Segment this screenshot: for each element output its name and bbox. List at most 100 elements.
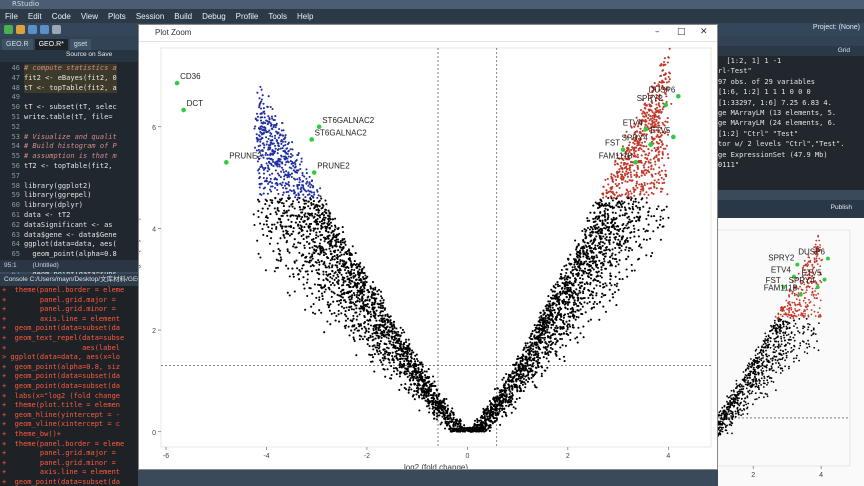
grid-view-button[interactable]: Grid — [838, 47, 850, 54]
code-line[interactable]: 51 write.table(tT, file= — [0, 113, 138, 123]
data-point — [759, 358, 761, 361]
menu-plots[interactable]: Plots — [103, 12, 131, 21]
data-point — [328, 262, 331, 265]
data-point — [751, 372, 754, 374]
menu-tools[interactable]: Tools — [263, 12, 292, 21]
menu-session[interactable]: Session — [131, 12, 169, 21]
publish-button[interactable]: Publish — [831, 204, 852, 211]
menu-debug[interactable]: Debug — [197, 12, 231, 21]
project-menu[interactable]: Project: (None) — [813, 24, 860, 31]
code-line[interactable]: 54 # Build histogram of P — [0, 142, 138, 152]
code-editor[interactable]: 46 # compute statistics a 47 fit2 <- eBayes… — [0, 64, 138, 289]
data-point — [762, 386, 765, 388]
data-point — [547, 360, 550, 363]
menu-help[interactable]: Help — [292, 12, 318, 21]
code-line[interactable]: 47 fit2 <- eBayes(fit2, 0 — [0, 73, 138, 84]
data-point — [751, 383, 754, 386]
code-line[interactable]: 61 data <- tT2 — [0, 211, 138, 221]
print-icon[interactable] — [52, 25, 61, 34]
environment-row[interactable]: [1:2] "Ctrl" "Test" — [718, 129, 864, 139]
data-point — [721, 430, 724, 433]
environment-row[interactable]: 97 obs. of 29 variables — [718, 77, 864, 87]
data-point — [747, 383, 750, 386]
save-icon[interactable] — [28, 25, 37, 34]
data-point — [758, 396, 760, 399]
code-line[interactable]: 58 library(ggplot2) — [0, 182, 138, 192]
code-line[interactable]: 53 # Visualize and qualit — [0, 133, 138, 143]
data-point — [754, 361, 757, 364]
console-output: + theme(panel.border = eleme + panel.grid… — [0, 286, 138, 486]
environment-row[interactable]: ge ExpressionSet (47.9 Mb) — [718, 150, 864, 160]
data-point — [264, 152, 268, 155]
environment-row[interactable]: 0111" — [718, 160, 864, 170]
data-point — [757, 346, 760, 349]
menu-file[interactable]: File — [0, 12, 23, 21]
minimize-icon[interactable]: – — [655, 27, 660, 37]
save-all-icon[interactable] — [40, 25, 49, 34]
data-point — [667, 216, 670, 219]
code-line[interactable]: 49 — [0, 93, 138, 103]
environment-row[interactable]: rl-Test" — [718, 66, 864, 76]
code-line[interactable]: 59 library(ggrepel) — [0, 191, 138, 201]
data-point — [306, 294, 309, 298]
console-line: + aes(label — [2, 343, 121, 352]
data-point — [262, 192, 265, 195]
data-point — [659, 108, 662, 111]
data-point — [358, 338, 361, 341]
console-pane[interactable]: Console C:/Users/mayn/Desktop/文库材料/GEO +… — [0, 274, 138, 486]
menu-build[interactable]: Build — [169, 12, 197, 21]
data-point — [772, 357, 774, 360]
environment-row[interactable]: ge MArrayLM (13 elements, 5. — [718, 108, 864, 118]
data-point — [779, 345, 782, 348]
environment-row[interactable]: tor w/ 2 levels "Ctrl","Test". — [718, 139, 864, 149]
maximize-icon[interactable]: □ — [677, 27, 686, 37]
data-point — [787, 342, 789, 344]
data-point — [730, 397, 733, 400]
code-line[interactable]: 60 library(dplyr) — [0, 201, 138, 211]
data-point — [445, 397, 448, 401]
data-point — [804, 302, 807, 304]
new-file-icon[interactable] — [4, 25, 13, 34]
data-point — [274, 115, 277, 118]
code-line[interactable]: 46 # compute statistics a — [0, 64, 138, 74]
code-line[interactable]: 65 geom_point(alpha=0.8 — [0, 250, 138, 260]
data-point — [776, 331, 778, 333]
environment-row[interactable]: ge MArrayLM (24 elements, 6. — [718, 118, 864, 128]
environment-row[interactable]: [1:6, 1:2] 1 1 1 0 0 0 — [718, 87, 864, 97]
code-line[interactable]: 64 ggplot(data=data, aes( — [0, 240, 138, 250]
data-point — [819, 244, 821, 246]
data-point — [735, 383, 738, 385]
code-line[interactable]: 55 # assumption is that m — [0, 152, 138, 162]
code-line[interactable]: 57 — [0, 172, 138, 182]
data-point — [552, 309, 555, 312]
close-icon[interactable]: ✕ — [700, 27, 708, 37]
code-line[interactable]: 62 dataSignificant <- as — [0, 221, 138, 231]
menu-code[interactable]: Code — [47, 12, 76, 21]
data-point — [292, 227, 295, 230]
data-point — [761, 371, 763, 374]
data-point — [782, 334, 785, 337]
scope-indicator[interactable]: (Untitled) — [32, 262, 58, 269]
source-on-save-checkbox[interactable]: Source on Save — [66, 51, 112, 58]
menu-view[interactable]: View — [76, 12, 103, 21]
code-line[interactable]: 56 tT2 <- topTable(fit2, — [0, 162, 138, 172]
environment-row[interactable]: [1:33297, 1:6] 7.25 6.83 4. — [718, 98, 864, 108]
environment-row[interactable]: [1:2, 1] 1 -1 — [718, 56, 864, 66]
data-point — [770, 358, 772, 360]
data-point — [296, 187, 299, 190]
code-line[interactable]: 52 — [0, 123, 138, 133]
open-file-icon[interactable] — [16, 25, 25, 34]
menu-edit[interactable]: Edit — [23, 12, 47, 21]
data-point — [766, 379, 769, 382]
data-point — [817, 235, 819, 238]
menu-profile[interactable]: Profile — [231, 12, 264, 21]
tab-geo-r-modified[interactable]: GEO.R* — [34, 39, 68, 50]
code-line[interactable]: 50 tT <- subset(tT, selec — [0, 103, 138, 113]
tab-geo-r[interactable]: GEO.R — [2, 39, 33, 50]
data-point — [504, 380, 508, 383]
code-line[interactable]: 48 tT <- topTable(fit2, a — [0, 83, 138, 94]
code-line[interactable]: 63 data$gene <- data$Gene — [0, 231, 138, 241]
data-point — [413, 390, 416, 393]
tab-gset[interactable]: gset — [69, 39, 92, 50]
data-point — [813, 346, 816, 349]
